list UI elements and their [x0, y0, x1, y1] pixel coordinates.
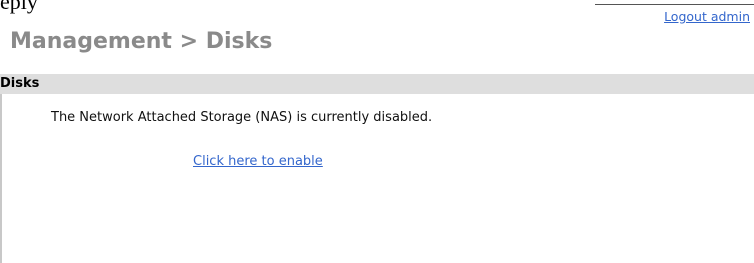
- nas-status-message: The Network Attached Storage (NAS) is cu…: [51, 110, 433, 125]
- content-left-border: [0, 74, 2, 263]
- section-title: Disks: [0, 76, 40, 91]
- section-header-bar: [0, 74, 754, 94]
- page-title: Management > Disks: [10, 29, 273, 54]
- logout-link[interactable]: Logout admin: [664, 9, 750, 24]
- cropped-header-text: eply: [0, 0, 38, 14]
- nas-management-page: eply Logout admin Management > Disks Dis…: [0, 0, 754, 263]
- header-divider: [595, 4, 754, 5]
- enable-nas-link[interactable]: Click here to enable: [193, 154, 323, 169]
